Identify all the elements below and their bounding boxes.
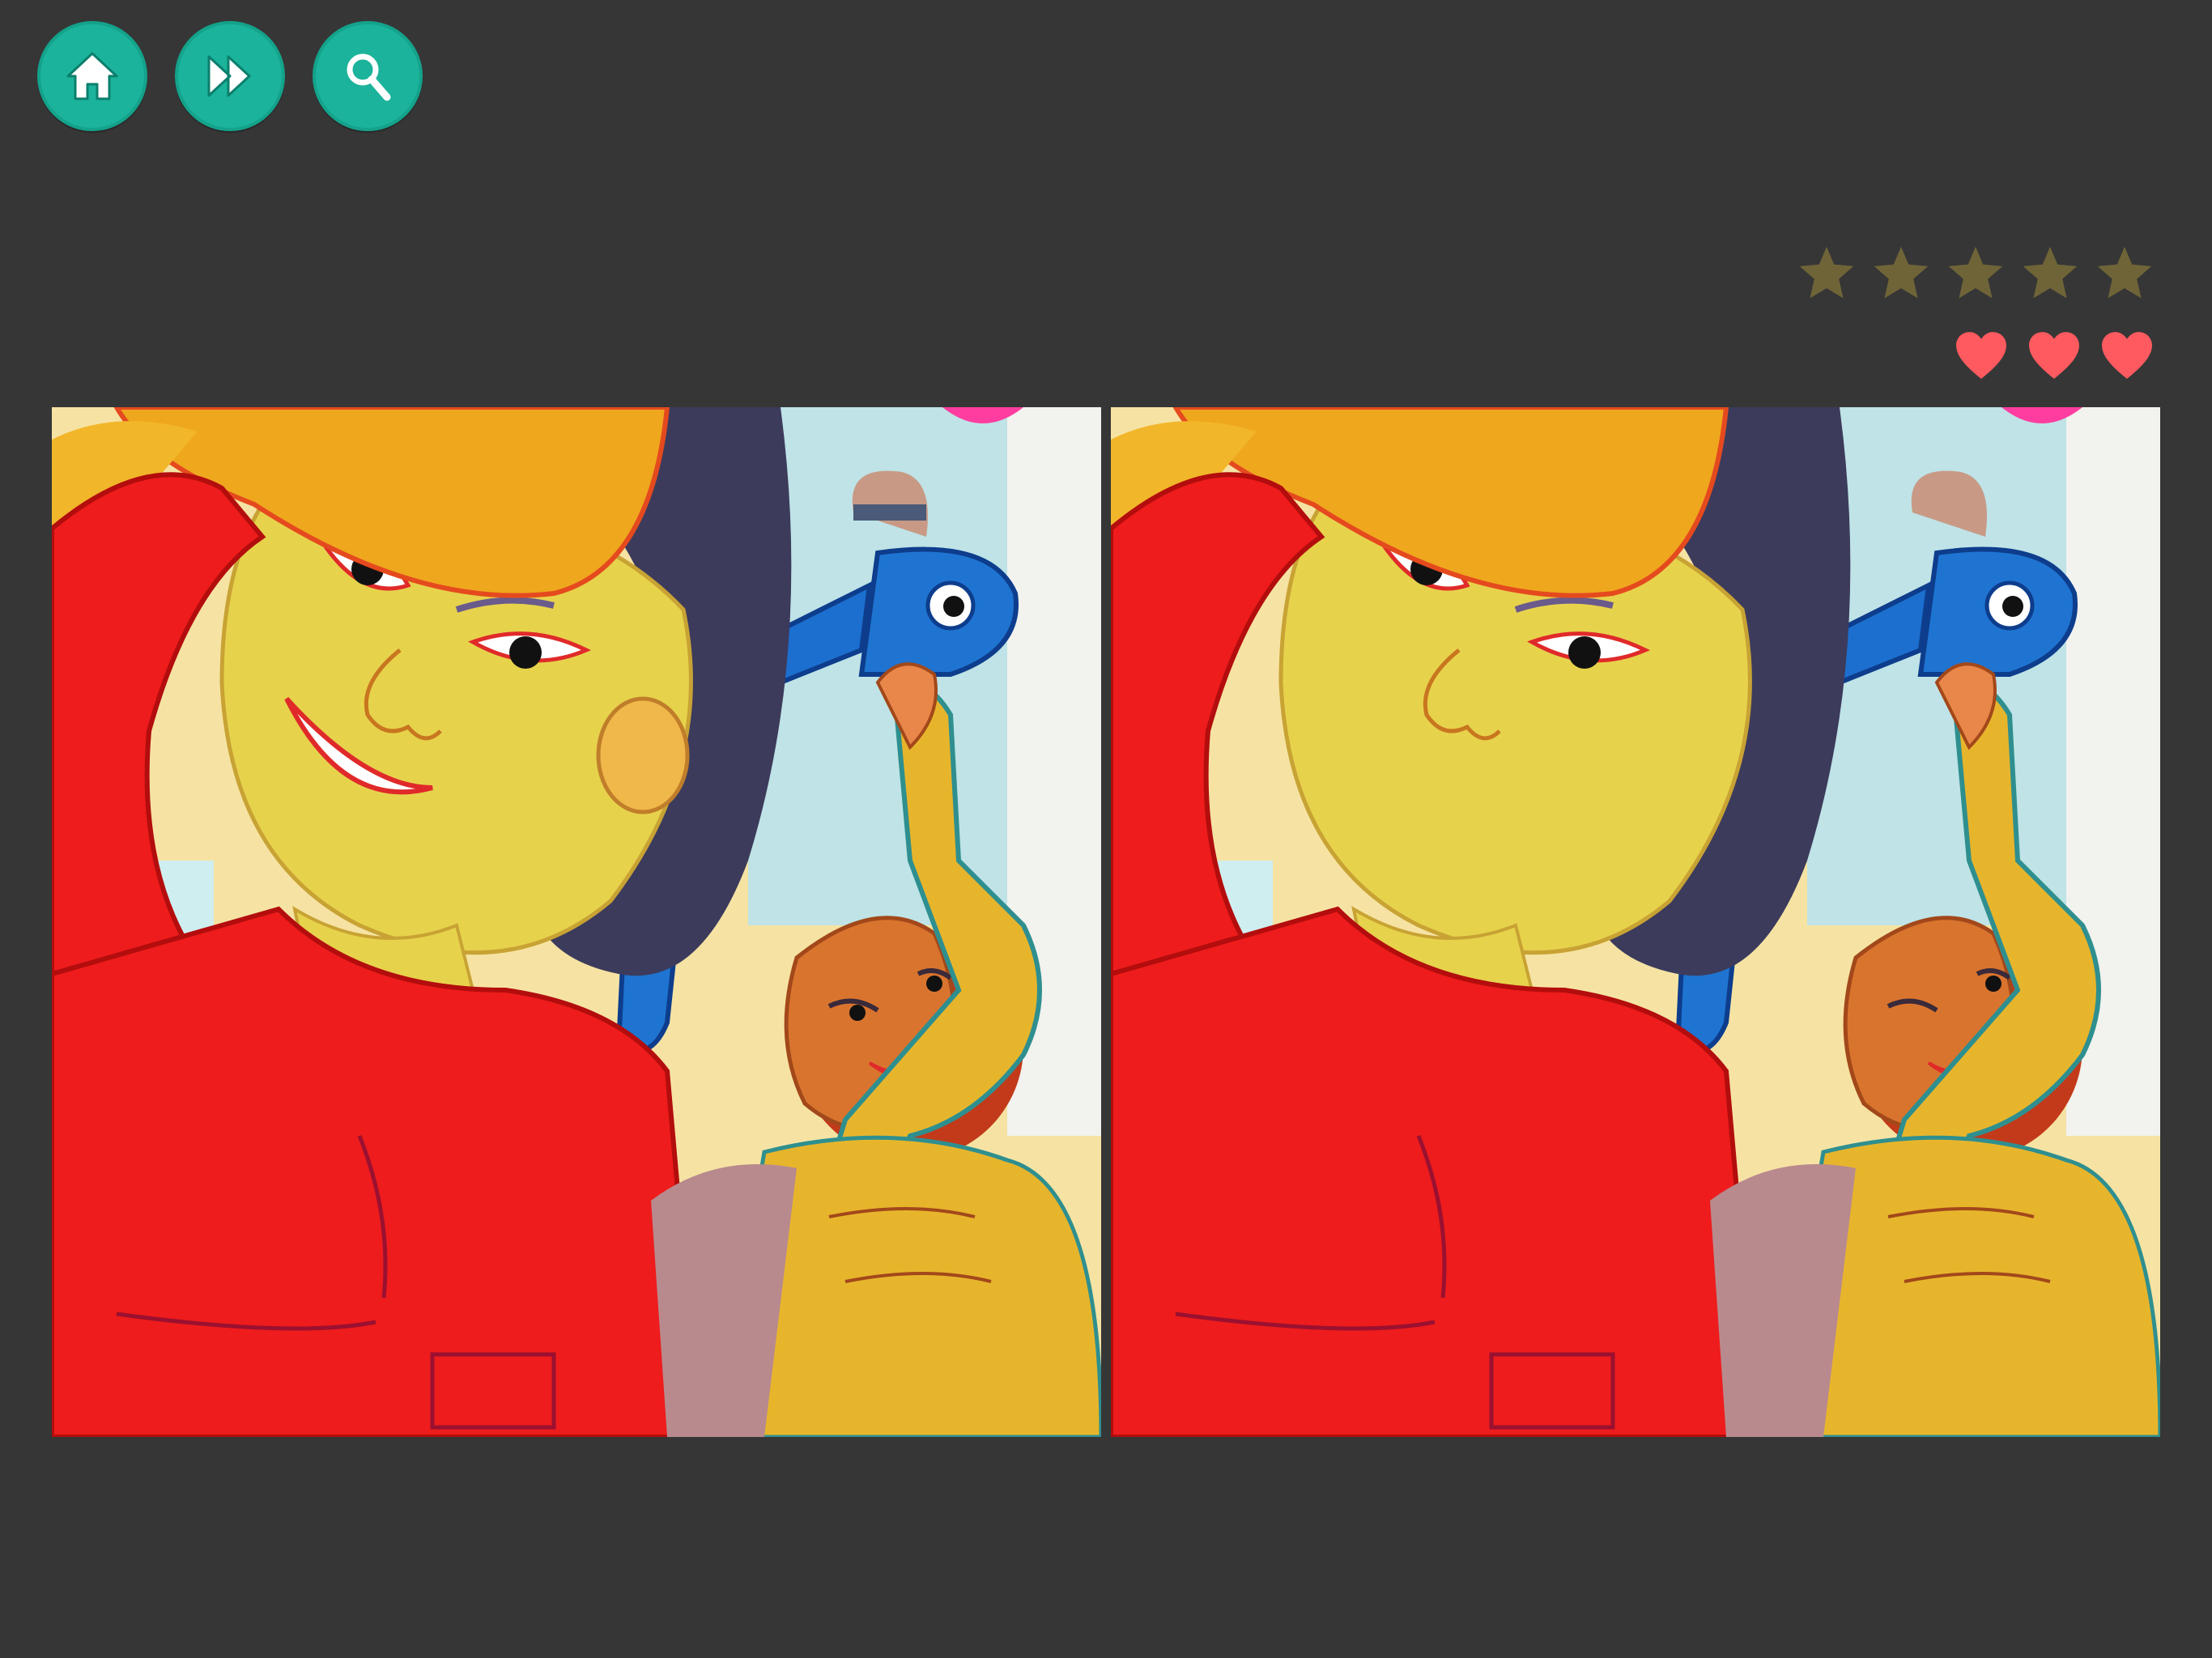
star-icon	[1870, 243, 1932, 304]
toolbar	[37, 21, 423, 131]
mural-artwork	[52, 407, 1101, 1437]
home-button[interactable]	[37, 21, 147, 131]
mural-artwork	[1111, 407, 2160, 1437]
star-icon	[1796, 243, 1857, 304]
left-puzzle-image[interactable]	[52, 407, 1101, 1437]
skip-button[interactable]	[175, 21, 285, 131]
star-icon	[1945, 243, 2006, 304]
magnifier-icon	[347, 53, 391, 101]
game-screen	[0, 0, 2212, 1658]
star-icon	[2094, 243, 2155, 304]
star-rating	[1796, 243, 2155, 304]
fast-forward-icon	[207, 55, 251, 97]
lives	[1955, 330, 2154, 380]
right-puzzle-image[interactable]	[1111, 407, 2160, 1437]
home-icon	[66, 52, 118, 100]
heart-icon	[1955, 330, 2008, 380]
star-icon	[2019, 243, 2081, 304]
heart-icon	[2100, 330, 2154, 380]
heart-icon	[2027, 330, 2081, 380]
hint-button[interactable]	[313, 21, 423, 131]
